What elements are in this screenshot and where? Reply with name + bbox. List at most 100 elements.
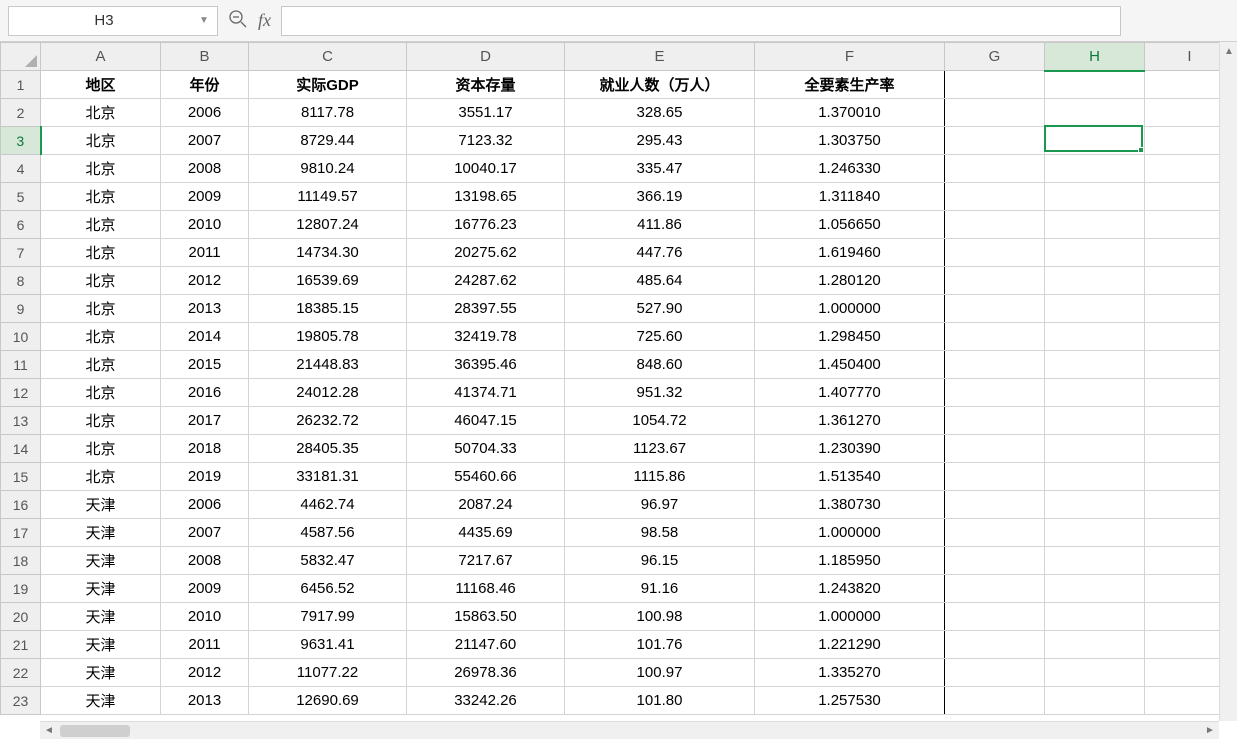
cell-H3[interactable] [1045,127,1145,155]
row-header-2[interactable]: 2 [1,99,41,127]
cell-B18[interactable]: 2008 [161,547,249,575]
cell-A5[interactable]: 北京 [41,183,161,211]
cell-D6[interactable]: 16776.23 [407,211,565,239]
cell-C8[interactable]: 16539.69 [249,267,407,295]
cell-C5[interactable]: 11149.57 [249,183,407,211]
horizontal-scrollbar[interactable]: ◄ ► [40,721,1219,739]
cell-A15[interactable]: 北京 [41,463,161,491]
cell-G4[interactable] [945,155,1045,183]
cell-B8[interactable]: 2012 [161,267,249,295]
cell-G12[interactable] [945,379,1045,407]
cell-E22[interactable]: 100.97 [565,659,755,687]
cell-B16[interactable]: 2006 [161,491,249,519]
cell-G23[interactable] [945,687,1045,715]
cell-F10[interactable]: 1.298450 [755,323,945,351]
cell-F17[interactable]: 1.000000 [755,519,945,547]
zoom-out-icon[interactable] [228,9,248,32]
cell-E5[interactable]: 366.19 [565,183,755,211]
cell-E15[interactable]: 1115.86 [565,463,755,491]
row-header-13[interactable]: 13 [1,407,41,435]
cell-D2[interactable]: 3551.17 [407,99,565,127]
cell-E8[interactable]: 485.64 [565,267,755,295]
cell-F4[interactable]: 1.246330 [755,155,945,183]
cell-G7[interactable] [945,239,1045,267]
row-header-15[interactable]: 15 [1,463,41,491]
row-header-21[interactable]: 21 [1,631,41,659]
col-header-D[interactable]: D [407,43,565,71]
cell-D21[interactable]: 21147.60 [407,631,565,659]
cell-D9[interactable]: 28397.55 [407,295,565,323]
cell-E11[interactable]: 848.60 [565,351,755,379]
cell-E17[interactable]: 98.58 [565,519,755,547]
cell-H5[interactable] [1045,183,1145,211]
cell-D10[interactable]: 32419.78 [407,323,565,351]
cell-F8[interactable]: 1.280120 [755,267,945,295]
cell-A9[interactable]: 北京 [41,295,161,323]
row-header-6[interactable]: 6 [1,211,41,239]
cell-D19[interactable]: 11168.46 [407,575,565,603]
cell-B6[interactable]: 2010 [161,211,249,239]
cell-G14[interactable] [945,435,1045,463]
cell-G8[interactable] [945,267,1045,295]
cell-E10[interactable]: 725.60 [565,323,755,351]
cell-C18[interactable]: 5832.47 [249,547,407,575]
cell-B13[interactable]: 2017 [161,407,249,435]
cell-B19[interactable]: 2009 [161,575,249,603]
cell-D14[interactable]: 50704.33 [407,435,565,463]
cell-H17[interactable] [1045,519,1145,547]
spreadsheet-grid[interactable]: ABCDEFGHI1地区年份实际GDP资本存量就业人数（万人）全要素生产率2北京… [0,42,1235,715]
cell-A3[interactable]: 北京 [41,127,161,155]
cell-D3[interactable]: 7123.32 [407,127,565,155]
cell-H4[interactable] [1045,155,1145,183]
row-header-23[interactable]: 23 [1,687,41,715]
cell-H21[interactable] [1045,631,1145,659]
row-header-17[interactable]: 17 [1,519,41,547]
col-header-B[interactable]: B [161,43,249,71]
cell-D4[interactable]: 10040.17 [407,155,565,183]
cell-G20[interactable] [945,603,1045,631]
cell-F16[interactable]: 1.380730 [755,491,945,519]
row-header-12[interactable]: 12 [1,379,41,407]
row-header-7[interactable]: 7 [1,239,41,267]
cell-D18[interactable]: 7217.67 [407,547,565,575]
cell-F1[interactable]: 全要素生产率 [755,71,945,99]
cell-F23[interactable]: 1.257530 [755,687,945,715]
cell-G17[interactable] [945,519,1045,547]
cell-A20[interactable]: 天津 [41,603,161,631]
cell-B2[interactable]: 2006 [161,99,249,127]
cell-A22[interactable]: 天津 [41,659,161,687]
cell-F18[interactable]: 1.185950 [755,547,945,575]
col-header-A[interactable]: A [41,43,161,71]
cell-G9[interactable] [945,295,1045,323]
scroll-thumb-h[interactable] [60,725,130,737]
cell-E19[interactable]: 91.16 [565,575,755,603]
cell-H8[interactable] [1045,267,1145,295]
col-header-C[interactable]: C [249,43,407,71]
cell-B23[interactable]: 2013 [161,687,249,715]
fx-icon[interactable]: fx [258,10,271,31]
cell-F14[interactable]: 1.230390 [755,435,945,463]
cell-F3[interactable]: 1.303750 [755,127,945,155]
cell-F9[interactable]: 1.000000 [755,295,945,323]
cell-G10[interactable] [945,323,1045,351]
cell-H15[interactable] [1045,463,1145,491]
cell-F2[interactable]: 1.370010 [755,99,945,127]
cell-B7[interactable]: 2011 [161,239,249,267]
formula-input[interactable] [281,6,1121,36]
cell-A19[interactable]: 天津 [41,575,161,603]
cell-F12[interactable]: 1.407770 [755,379,945,407]
row-header-22[interactable]: 22 [1,659,41,687]
cell-A14[interactable]: 北京 [41,435,161,463]
cell-F13[interactable]: 1.361270 [755,407,945,435]
cell-G11[interactable] [945,351,1045,379]
cell-C17[interactable]: 4587.56 [249,519,407,547]
cell-H1[interactable] [1045,71,1145,99]
cell-E7[interactable]: 447.76 [565,239,755,267]
cell-A16[interactable]: 天津 [41,491,161,519]
cell-H16[interactable] [1045,491,1145,519]
cell-C20[interactable]: 7917.99 [249,603,407,631]
cell-B12[interactable]: 2016 [161,379,249,407]
cell-F15[interactable]: 1.513540 [755,463,945,491]
cell-C9[interactable]: 18385.15 [249,295,407,323]
row-header-4[interactable]: 4 [1,155,41,183]
